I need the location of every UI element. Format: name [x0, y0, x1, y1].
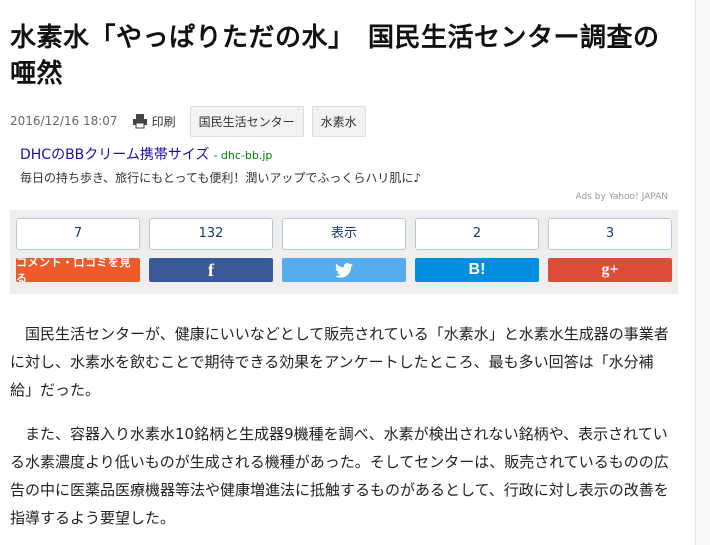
comment-count: 7	[16, 218, 140, 250]
share-facebook: 132 f	[149, 218, 273, 294]
print-link[interactable]: 印刷	[132, 113, 176, 130]
hatena-count: 2	[415, 218, 539, 250]
publish-date: 2016/12/16 18:07	[10, 114, 118, 128]
facebook-count: 132	[149, 218, 273, 250]
print-icon	[132, 114, 147, 129]
tag-suisosui[interactable]: 水素水	[311, 105, 366, 137]
ad-link[interactable]: DHCのBBクリーム携帯サイズ - dhc-bb.jp	[20, 144, 678, 164]
share-bar: 7 コメント・口コミを見る 132 f 表示 2 B! 3 g+	[10, 210, 678, 294]
share-gplus: 3 g+	[548, 218, 672, 294]
tag-kokumin-seikatsu-center[interactable]: 国民生活センター	[189, 105, 304, 137]
google-plus-icon: g+	[601, 261, 619, 278]
ad-credit[interactable]: Ads by Yahoo! JAPAN	[20, 192, 678, 202]
share-comment: 7 コメント・口コミを見る	[16, 218, 140, 294]
comment-button[interactable]: コメント・口コミを見る	[16, 256, 140, 285]
gplus-count: 3	[548, 218, 672, 250]
article-meta: 2016/12/16 18:07 印刷 国民生活センター 水素水	[10, 105, 678, 137]
twitter-count[interactable]: 表示	[282, 218, 406, 250]
gplus-button[interactable]: g+	[548, 258, 672, 282]
article-body: 国民生活センターが、健康にいいなどとして販売されている「水素水」と水素水生成器の…	[10, 320, 678, 532]
facebook-icon: f	[208, 259, 214, 280]
hatena-icon: B!	[468, 261, 486, 278]
paragraph: また、容器入り水素水10銘柄と生成器9機種を調べ、水素が検出されない銘柄や、表示…	[10, 425, 669, 527]
share-twitter: 表示	[282, 218, 406, 294]
print-label: 印刷	[151, 114, 176, 129]
twitter-icon	[335, 262, 353, 278]
ad-title[interactable]: DHCのBBクリーム携帯サイズ	[20, 147, 209, 163]
facebook-button[interactable]: f	[149, 258, 273, 282]
paragraph: 国民生活センターが、健康にいいなどとして販売されている「水素水」と水素水生成器の…	[10, 325, 669, 399]
ad-url[interactable]: - dhc-bb.jp	[213, 149, 272, 162]
twitter-button[interactable]	[282, 258, 406, 282]
ad-block: DHCのBBクリーム携帯サイズ - dhc-bb.jp 毎日の持ち歩き、旅行にもと…	[10, 144, 678, 202]
article: 水素水「やっぱりただの水」 国民生活センター調査の唖然 2016/12/16 1…	[10, 0, 678, 545]
scrollbar[interactable]	[695, 0, 710, 545]
share-hatena: 2 B!	[415, 218, 539, 294]
headline: 水素水「やっぱりただの水」 国民生活センター調査の唖然	[10, 23, 660, 89]
ad-description: 毎日の持ち歩き、旅行にもとっても便利！潤いアップでふっくらハリ肌に♪	[20, 171, 422, 185]
hatena-button[interactable]: B!	[415, 258, 539, 282]
